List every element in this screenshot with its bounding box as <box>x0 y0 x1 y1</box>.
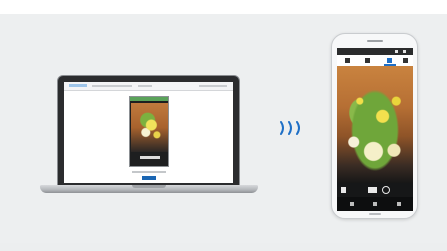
web-action-button[interactable] <box>142 176 156 180</box>
recent-apps-icon[interactable] <box>397 202 401 206</box>
stop-icon[interactable] <box>382 186 390 194</box>
record-icon[interactable] <box>368 187 377 193</box>
banner <box>0 0 447 14</box>
home-icon[interactable] <box>373 202 377 206</box>
signal-icon <box>395 50 398 53</box>
browser-tab <box>69 84 87 87</box>
web-caption <box>132 171 166 173</box>
battery-icon <box>403 50 406 53</box>
laptop-illustration <box>40 75 258 195</box>
browser-toolbar-item <box>138 85 152 87</box>
phone-home-indicator <box>369 213 381 215</box>
laptop-screen <box>64 82 233 183</box>
browser-toolbar <box>64 82 233 91</box>
smartphone-illustration <box>331 33 418 219</box>
grid-icon[interactable] <box>345 58 350 63</box>
flower-photo <box>337 66 413 183</box>
phone-screen <box>337 48 413 211</box>
settings-icon[interactable] <box>403 58 408 63</box>
browser-address-bar <box>92 85 132 87</box>
web-phone-header <box>130 97 168 101</box>
rewind-icon[interactable] <box>341 187 346 193</box>
phone-speaker <box>367 40 383 42</box>
media-controls <box>337 183 413 197</box>
wireless-waves-icon <box>280 121 300 135</box>
cast-icon[interactable] <box>387 58 392 63</box>
web-phone-preview <box>129 96 169 167</box>
browser-toolbar-item <box>199 85 227 87</box>
promo-illustration <box>0 0 447 251</box>
app-toolbar <box>337 55 413 66</box>
web-flower-photo <box>131 103 168 152</box>
list-icon[interactable] <box>365 58 370 63</box>
status-bar <box>337 48 413 55</box>
bottom-band <box>0 243 447 251</box>
laptop-lid <box>57 75 240 186</box>
back-icon[interactable] <box>350 202 354 206</box>
navigation-bar <box>337 197 413 211</box>
web-phone-controls <box>140 156 160 159</box>
laptop-notch <box>132 185 166 188</box>
